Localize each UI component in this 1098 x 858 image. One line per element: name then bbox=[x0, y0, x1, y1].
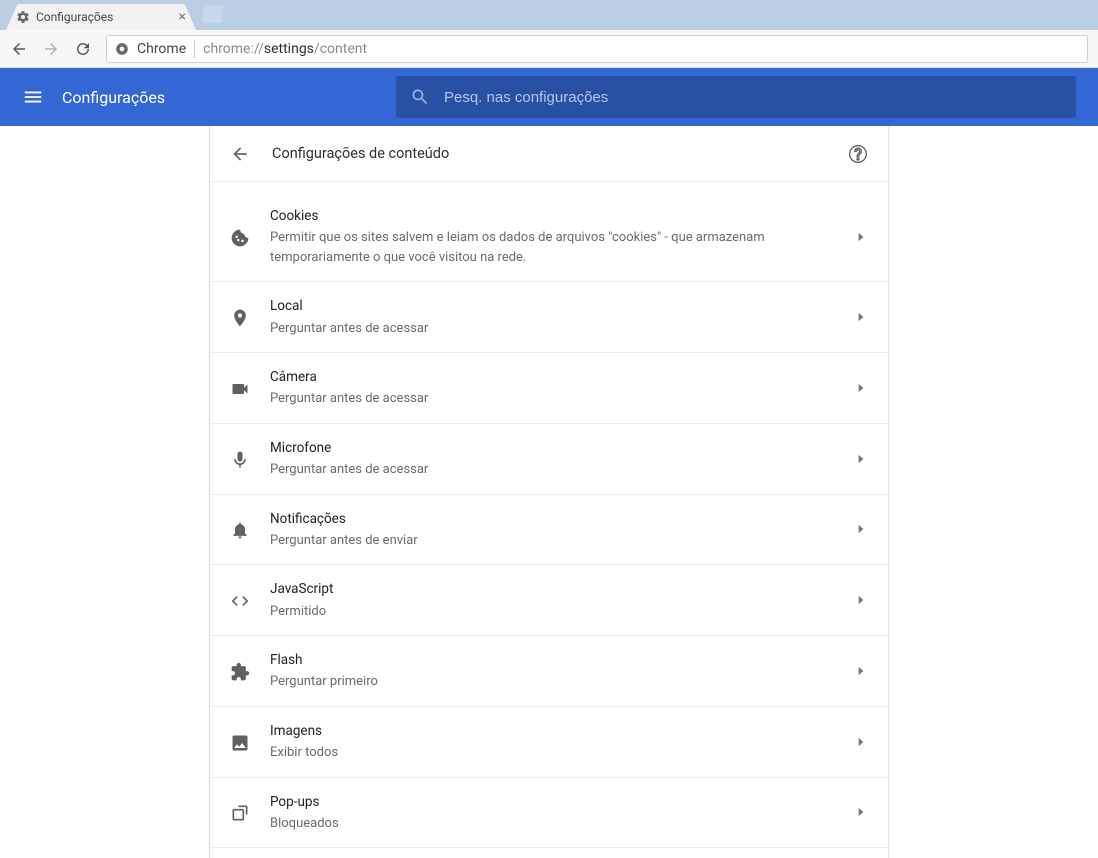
row-title: Imagens bbox=[270, 721, 834, 741]
row-title: Flash bbox=[270, 650, 834, 670]
content-settings-card: Configurações de conteúdo Cookies Permit… bbox=[209, 126, 889, 858]
settings-search-input[interactable] bbox=[444, 89, 1062, 106]
chevron-right-icon bbox=[854, 230, 868, 244]
menu-icon[interactable] bbox=[22, 86, 44, 108]
page-title: Configurações de conteúdo bbox=[272, 145, 449, 162]
row-title: Pop-ups bbox=[270, 792, 834, 812]
reload-button[interactable] bbox=[74, 40, 92, 58]
new-tab-button[interactable] bbox=[202, 5, 224, 23]
omnibox-scheme-label: Chrome bbox=[137, 41, 186, 57]
code-icon bbox=[230, 591, 250, 611]
row-subtitle: Perguntar antes de acessar bbox=[270, 389, 834, 409]
close-icon[interactable]: × bbox=[179, 10, 186, 24]
row-title: JavaScript bbox=[270, 579, 834, 599]
back-arrow-icon[interactable] bbox=[230, 144, 250, 164]
gear-icon bbox=[16, 10, 30, 24]
cookie-icon bbox=[230, 228, 250, 248]
settings-search[interactable] bbox=[396, 76, 1076, 118]
settings-title: Configurações bbox=[62, 88, 165, 107]
chevron-right-icon bbox=[854, 310, 868, 324]
image-icon bbox=[230, 733, 250, 753]
browser-tab[interactable]: Configurações × bbox=[6, 4, 196, 30]
row-title: Microfone bbox=[270, 438, 834, 458]
chrome-badge-icon bbox=[115, 42, 129, 56]
row-title: Local bbox=[270, 296, 834, 316]
tab-title: Configurações bbox=[36, 10, 113, 24]
browser-tabstrip: Configurações × bbox=[0, 0, 1098, 30]
row-javascript[interactable]: JavaScript Permitido bbox=[210, 565, 888, 636]
row-subtitle: Permitir que os sites salvem e leiam os … bbox=[270, 228, 834, 267]
row-flash[interactable]: Flash Perguntar primeiro bbox=[210, 636, 888, 707]
row-subtitle: Exibir todos bbox=[270, 743, 834, 763]
row-subtitle: Perguntar antes de enviar bbox=[270, 531, 834, 551]
chevron-right-icon bbox=[854, 381, 868, 395]
chevron-right-icon bbox=[854, 664, 868, 678]
location-icon bbox=[230, 308, 250, 328]
row-background-sync[interactable]: Sincronização em segundo plano Permitir … bbox=[210, 848, 888, 858]
row-title: Cookies bbox=[270, 206, 834, 226]
help-icon[interactable] bbox=[848, 144, 868, 164]
forward-button[interactable] bbox=[42, 40, 60, 58]
row-notifications[interactable]: Notificações Perguntar antes de enviar bbox=[210, 495, 888, 566]
search-icon bbox=[410, 87, 430, 107]
row-title: Notificações bbox=[270, 509, 834, 529]
row-subtitle: Perguntar antes de acessar bbox=[270, 319, 834, 339]
row-microphone[interactable]: Microfone Perguntar antes de acessar bbox=[210, 424, 888, 495]
microphone-icon bbox=[230, 450, 250, 470]
row-location[interactable]: Local Perguntar antes de acessar bbox=[210, 282, 888, 353]
chevron-right-icon bbox=[854, 452, 868, 466]
omnibox-url: chrome://settings/content bbox=[203, 41, 367, 57]
popup-icon bbox=[230, 803, 250, 823]
chevron-right-icon bbox=[854, 593, 868, 607]
chevron-right-icon bbox=[854, 522, 868, 536]
browser-toolbar: Chrome chrome://settings/content bbox=[0, 30, 1098, 68]
bell-icon bbox=[230, 520, 250, 540]
card-header: Configurações de conteúdo bbox=[210, 126, 888, 182]
camera-icon bbox=[230, 379, 250, 399]
row-popups[interactable]: Pop-ups Bloqueados bbox=[210, 778, 888, 849]
settings-stage: Configurações de conteúdo Cookies Permit… bbox=[0, 126, 1098, 858]
chevron-right-icon bbox=[854, 735, 868, 749]
row-camera[interactable]: Câmera Perguntar antes de acessar bbox=[210, 353, 888, 424]
puzzle-icon bbox=[230, 662, 250, 682]
chevron-right-icon bbox=[854, 805, 868, 819]
omnibox-divider bbox=[194, 40, 195, 58]
row-subtitle: Perguntar antes de acessar bbox=[270, 460, 834, 480]
row-subtitle: Perguntar primeiro bbox=[270, 672, 834, 692]
row-cookies[interactable]: Cookies Permitir que os sites salvem e l… bbox=[210, 192, 888, 282]
back-button[interactable] bbox=[10, 40, 28, 58]
row-title: Câmera bbox=[270, 367, 834, 387]
row-subtitle: Permitido bbox=[270, 602, 834, 622]
row-images[interactable]: Imagens Exibir todos bbox=[210, 707, 888, 778]
settings-header: Configurações bbox=[0, 68, 1098, 126]
row-subtitle: Bloqueados bbox=[270, 814, 834, 834]
omnibox[interactable]: Chrome chrome://settings/content bbox=[106, 35, 1088, 63]
